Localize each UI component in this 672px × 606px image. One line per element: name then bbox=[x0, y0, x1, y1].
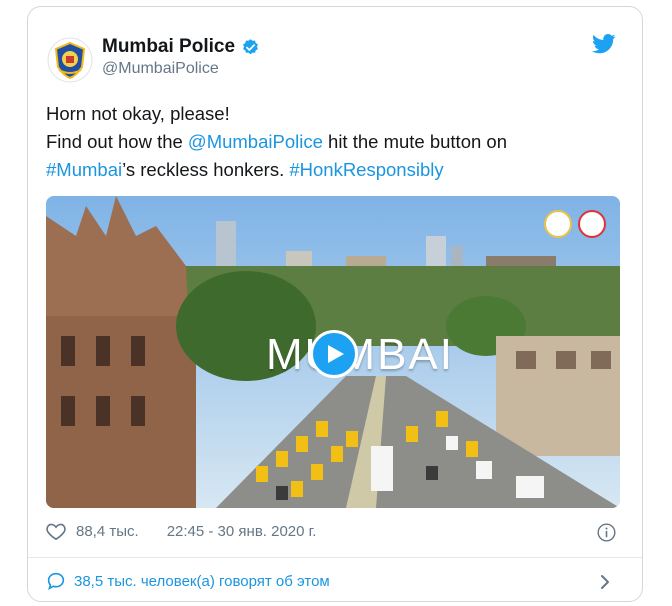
play-button[interactable] bbox=[310, 330, 358, 378]
chevron-right-icon[interactable] bbox=[599, 574, 611, 590]
conversation-link[interactable]: 38,5 тыс. человек(а) говорят об этом bbox=[46, 572, 330, 590]
badge-logo-icon bbox=[544, 210, 572, 238]
police-logo-icon bbox=[578, 210, 606, 238]
divider bbox=[28, 557, 642, 558]
author-name[interactable]: Mumbai Police bbox=[102, 36, 235, 58]
tweet-text-part: hit the mute button on bbox=[322, 131, 507, 152]
hashtag-link-mumbai[interactable]: #Mumbai bbox=[46, 159, 122, 180]
timestamp[interactable]: 22:45 - 30 янв. 2020 г. bbox=[167, 523, 317, 540]
heart-icon[interactable] bbox=[46, 522, 66, 540]
author-handle[interactable]: @MumbaiPolice bbox=[102, 60, 219, 78]
tweet-line-3: #Mumbai’s reckless honkers. #HonkRespons… bbox=[46, 156, 626, 184]
tweet-text-part: Find out how the bbox=[46, 131, 188, 152]
conversation-count[interactable]: 38,5 тыс. человек(а) говорят об этом bbox=[74, 573, 330, 590]
play-icon bbox=[327, 345, 344, 363]
speech-bubble-icon bbox=[47, 572, 65, 590]
mention-link[interactable]: @MumbaiPolice bbox=[188, 131, 323, 152]
mumbai-police-logo bbox=[47, 37, 93, 83]
tweet-line-1: Horn not okay, please! bbox=[46, 103, 230, 124]
verified-badge-icon bbox=[243, 38, 258, 54]
hashtag-link-honkresponsibly[interactable]: #HonkResponsibly bbox=[289, 159, 443, 180]
tweet-text-part: ’s reckless honkers. bbox=[122, 159, 290, 180]
video-title: MUMBAI bbox=[266, 330, 454, 379]
like-count[interactable]: 88,4 тыс. bbox=[76, 523, 139, 540]
author-name-row[interactable]: Mumbai Police bbox=[102, 36, 260, 58]
info-icon[interactable] bbox=[597, 523, 616, 542]
twitter-bird-icon[interactable] bbox=[592, 34, 616, 54]
tweet-meta: 88,4 тыс. 22:45 - 30 янв. 2020 г. bbox=[46, 522, 316, 540]
watermark-logos bbox=[544, 210, 606, 238]
tweet-line-2: Find out how the @MumbaiPolice hit the m… bbox=[46, 128, 626, 156]
tweet-text: Horn not okay, please! Find out how the … bbox=[46, 100, 626, 184]
avatar[interactable] bbox=[46, 36, 94, 84]
